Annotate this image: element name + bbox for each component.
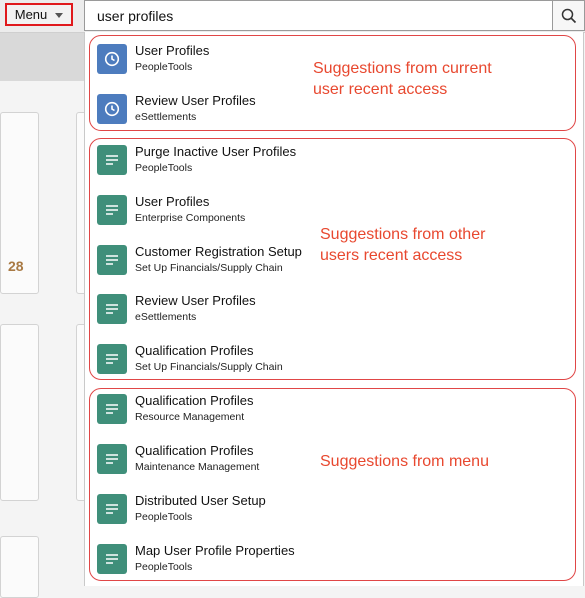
suggestion-item[interactable]: Distributed User Setup PeopleTools <box>97 490 357 530</box>
background-tile <box>0 324 39 501</box>
suggestion-item[interactable]: Review User Profiles eSettlements <box>97 90 357 130</box>
suggestion-title: Customer Registration Setup <box>135 244 302 259</box>
suggestion-subtitle: eSettlements <box>135 311 197 323</box>
lines-icon <box>97 344 127 374</box>
suggestion-title: Qualification Profiles <box>135 343 254 358</box>
suggestion-subtitle: Set Up Financials/Supply Chain <box>135 262 283 274</box>
suggestion-item[interactable]: Review User Profiles eSettlements <box>97 290 357 330</box>
suggestion-title: User Profiles <box>135 194 210 209</box>
suggestion-title: User Profiles <box>135 43 210 58</box>
tile-count: 28 <box>8 258 24 274</box>
caret-down-icon <box>55 13 64 18</box>
suggestion-item[interactable]: Qualification Profiles Set Up Financials… <box>97 340 357 380</box>
search-icon <box>561 8 576 23</box>
suggestion-subtitle: PeopleTools <box>135 511 193 523</box>
suggestion-title: Qualification Profiles <box>135 393 254 408</box>
suggestion-item[interactable]: Customer Registration Setup Set Up Finan… <box>97 241 357 281</box>
background-band <box>0 33 84 81</box>
lines-icon <box>97 294 127 324</box>
suggestion-subtitle: eSettlements <box>135 111 197 123</box>
lines-icon <box>97 544 127 574</box>
menu-button[interactable]: Menu <box>5 3 73 26</box>
suggestion-item[interactable]: User Profiles PeopleTools <box>97 40 357 80</box>
background-tile <box>0 536 39 598</box>
suggestion-title: Qualification Profiles <box>135 443 254 458</box>
suggestion-item[interactable]: Map User Profile Properties PeopleTools <box>97 540 357 580</box>
suggestion-title: Review User Profiles <box>135 93 256 108</box>
suggestion-item[interactable]: User Profiles Enterprise Components <box>97 191 357 231</box>
suggestion-item[interactable]: Purge Inactive User Profiles PeopleTools <box>97 141 357 181</box>
suggestion-subtitle: Enterprise Components <box>135 212 246 224</box>
suggestion-title: Distributed User Setup <box>135 493 266 508</box>
suggestion-subtitle: Maintenance Management <box>135 461 260 473</box>
search-button[interactable] <box>553 0 585 31</box>
suggestion-subtitle: PeopleTools <box>135 162 193 174</box>
lines-icon <box>97 195 127 225</box>
lines-icon <box>97 444 127 474</box>
menu-button-label: Menu <box>14 7 48 22</box>
lines-icon <box>97 145 127 175</box>
suggestion-item[interactable]: Qualification Profiles Maintenance Manag… <box>97 440 357 480</box>
suggestion-title: Map User Profile Properties <box>135 543 295 558</box>
suggestion-subtitle: PeopleTools <box>135 561 193 573</box>
suggestion-item[interactable]: Qualification Profiles Resource Manageme… <box>97 390 357 430</box>
lines-icon <box>97 394 127 424</box>
clock-icon <box>97 94 127 124</box>
suggestion-subtitle: PeopleTools <box>135 61 193 73</box>
search-input[interactable] <box>84 0 553 31</box>
lines-icon <box>97 245 127 275</box>
suggestion-subtitle: Resource Management <box>135 411 245 423</box>
suggestion-subtitle: Set Up Financials/Supply Chain <box>135 361 283 373</box>
clock-icon <box>97 44 127 74</box>
suggestion-title: Review User Profiles <box>135 293 256 308</box>
suggestion-title: Purge Inactive User Profiles <box>135 144 297 159</box>
lines-icon <box>97 494 127 524</box>
